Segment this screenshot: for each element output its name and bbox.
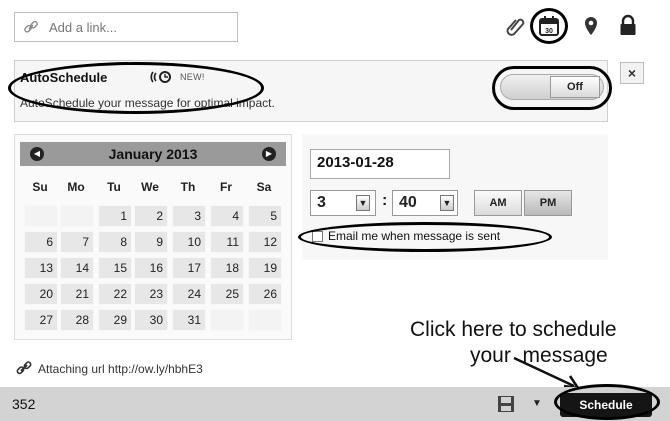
calendar-day[interactable]: 27 bbox=[24, 309, 58, 331]
weekday-label: Fr bbox=[220, 180, 232, 194]
calendar-day[interactable]: 10 bbox=[172, 231, 206, 253]
calendar-day[interactable]: 20 bbox=[24, 283, 58, 305]
link-icon bbox=[24, 20, 38, 33]
location-pin-icon[interactable] bbox=[580, 15, 602, 37]
calendar-day[interactable]: 1 bbox=[98, 205, 132, 227]
minute-dropdown-icon[interactable]: ▼ bbox=[440, 195, 454, 211]
save-dropdown-icon[interactable]: ▼ bbox=[532, 398, 542, 409]
calendar-day[interactable]: 2 bbox=[134, 205, 168, 227]
calendar-day[interactable]: 4 bbox=[210, 205, 244, 227]
weekday-label: Tu bbox=[107, 180, 121, 194]
calendar-day[interactable]: 5 bbox=[248, 205, 282, 227]
calendar-day[interactable]: 11 bbox=[210, 231, 244, 253]
pm-button[interactable]: PM bbox=[524, 190, 572, 216]
am-button[interactable]: AM bbox=[474, 190, 522, 216]
calendar-day[interactable]: 25 bbox=[210, 283, 244, 305]
minute-value: 40 bbox=[399, 194, 417, 211]
date-input[interactable]: 2013-01-28 bbox=[310, 149, 450, 179]
weekday-label: Mo bbox=[67, 180, 85, 194]
save-draft-icon[interactable] bbox=[496, 394, 516, 414]
time-separator: : bbox=[382, 192, 388, 209]
calendar-day[interactable]: 30 bbox=[134, 309, 168, 331]
calendar-day[interactable]: 31 bbox=[172, 309, 206, 331]
calendar-day[interactable]: 19 bbox=[248, 257, 282, 279]
schedule-highlight-oval bbox=[554, 384, 660, 420]
calendar-day[interactable]: 13 bbox=[24, 257, 58, 279]
calendar-day[interactable]: 21 bbox=[60, 283, 94, 305]
calendar-highlight-circle bbox=[530, 8, 568, 44]
calendar-month-label: January 2013 bbox=[108, 146, 198, 162]
calendar-day[interactable]: 28 bbox=[60, 309, 94, 331]
calendar-day[interactable]: 23 bbox=[134, 283, 168, 305]
calendar-day[interactable]: 6 bbox=[24, 231, 58, 253]
calendar-day[interactable]: 8 bbox=[98, 231, 132, 253]
link-input-box[interactable] bbox=[14, 12, 238, 42]
add-link-input[interactable] bbox=[49, 16, 229, 38]
calendar-day[interactable]: 16 bbox=[134, 257, 168, 279]
toggle-highlight-oval bbox=[492, 66, 612, 110]
calendar-day[interactable]: 18 bbox=[210, 257, 244, 279]
calendar-empty-cell bbox=[24, 205, 58, 227]
calendar-empty-cell bbox=[60, 205, 94, 227]
calendar-day[interactable]: 14 bbox=[60, 257, 94, 279]
calendar-day[interactable]: 15 bbox=[98, 257, 132, 279]
calendar-day[interactable]: 9 bbox=[134, 231, 168, 253]
weekday-label: Sa bbox=[256, 180, 272, 194]
attachment-text: Attaching url http://ow.ly/hbhE3 bbox=[38, 362, 203, 376]
prev-month-icon[interactable]: ◀ bbox=[30, 147, 44, 161]
calendar-day[interactable]: 22 bbox=[98, 283, 132, 305]
calendar-day[interactable]: 7 bbox=[60, 231, 94, 253]
calendar-day[interactable]: 12 bbox=[248, 231, 282, 253]
character-count: 352 bbox=[12, 396, 36, 412]
hour-value: 3 bbox=[317, 194, 326, 211]
calendar-day[interactable]: 26 bbox=[248, 283, 282, 305]
attachment-link-icon bbox=[16, 361, 32, 375]
weekday-label: Su bbox=[32, 180, 48, 194]
weekday-label: Th bbox=[180, 180, 196, 194]
email-highlight-oval bbox=[298, 222, 552, 252]
annotation-text-line1: Click here to schedule bbox=[410, 318, 617, 341]
calendar-day[interactable]: 29 bbox=[98, 309, 132, 331]
calendar-empty-cell bbox=[210, 309, 244, 331]
calendar-day[interactable]: 3 bbox=[172, 205, 206, 227]
calendar-day[interactable]: 17 bbox=[172, 257, 206, 279]
calendar-day[interactable]: 24 bbox=[172, 283, 206, 305]
autoschedule-highlight-oval bbox=[8, 62, 264, 114]
weekday-label: We bbox=[141, 180, 159, 194]
calendar-empty-cell bbox=[248, 309, 282, 331]
paperclip-icon[interactable] bbox=[504, 15, 526, 37]
close-button[interactable]: × bbox=[620, 62, 644, 84]
hour-dropdown-icon[interactable]: ▼ bbox=[356, 195, 370, 211]
lock-icon[interactable] bbox=[617, 14, 639, 36]
next-month-icon[interactable]: ▶ bbox=[262, 147, 276, 161]
